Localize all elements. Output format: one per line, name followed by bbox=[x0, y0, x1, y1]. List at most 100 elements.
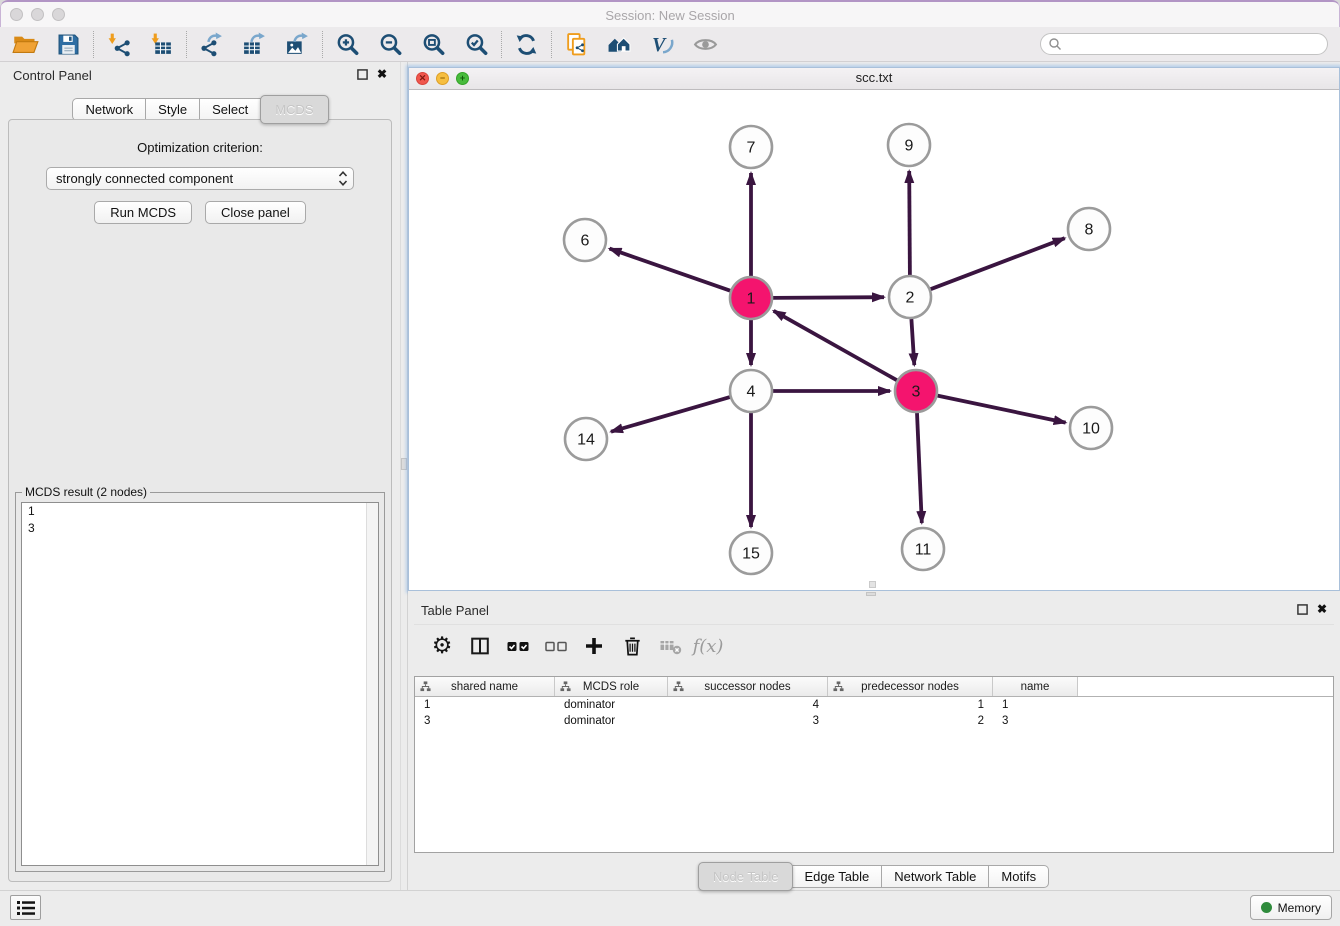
import-table-button[interactable] bbox=[140, 29, 183, 60]
show-hide-button[interactable] bbox=[684, 29, 727, 60]
table-cell[interactable]: 1 bbox=[993, 699, 1078, 711]
result-scrollbar[interactable] bbox=[366, 503, 378, 865]
vertical-splitter-grip[interactable] bbox=[401, 458, 407, 470]
table-cell[interactable]: dominator bbox=[555, 715, 668, 727]
tab-style[interactable]: Style bbox=[146, 98, 200, 121]
memory-button[interactable]: Memory bbox=[1250, 895, 1332, 920]
vizmapper-button[interactable]: V bbox=[641, 29, 684, 60]
delete-column-button[interactable] bbox=[613, 628, 651, 664]
graph-node-8[interactable]: 8 bbox=[1068, 208, 1110, 250]
float-panel-icon[interactable] bbox=[357, 69, 368, 80]
mcds-result-list[interactable]: 13 bbox=[21, 502, 379, 866]
minimize-view-icon[interactable]: − bbox=[436, 72, 449, 85]
table-cell[interactable]: 4 bbox=[668, 699, 828, 711]
mcds-result-legend: MCDS result (2 nodes) bbox=[22, 485, 150, 499]
toolbar-separator bbox=[551, 31, 552, 58]
graph-node-11[interactable]: 11 bbox=[902, 528, 944, 570]
float-table-panel-icon[interactable] bbox=[1297, 604, 1308, 615]
column-header-name[interactable]: name bbox=[993, 677, 1078, 696]
memory-label: Memory bbox=[1278, 901, 1321, 915]
save-session-button[interactable] bbox=[47, 29, 90, 60]
graph-node-4[interactable]: 4 bbox=[730, 370, 772, 412]
graph-node-10[interactable]: 10 bbox=[1070, 407, 1112, 449]
close-view-icon[interactable]: ✕ bbox=[416, 72, 429, 85]
graph-node-3[interactable]: 3 bbox=[895, 370, 937, 412]
table-cell[interactable]: 2 bbox=[828, 715, 993, 727]
vertical-splitter[interactable] bbox=[400, 62, 408, 891]
graph-node-15[interactable]: 15 bbox=[730, 532, 772, 574]
tab-edge-table[interactable]: Edge Table bbox=[792, 865, 882, 888]
graph-node-1[interactable]: 1 bbox=[730, 277, 772, 319]
column-layout-button[interactable] bbox=[461, 628, 499, 664]
maximize-view-icon[interactable]: + bbox=[456, 72, 469, 85]
search-input[interactable] bbox=[1062, 36, 1327, 52]
column-header-MCDS-role[interactable]: MCDS role bbox=[555, 677, 668, 696]
zoom-in-button[interactable] bbox=[326, 29, 369, 60]
close-table-panel-icon[interactable]: ✖ bbox=[1317, 603, 1327, 615]
table-cell[interactable]: 1 bbox=[415, 699, 555, 711]
tab-mcds[interactable]: MCDS bbox=[260, 95, 328, 124]
graph-edge-1-6[interactable] bbox=[610, 249, 731, 291]
criterion-dropdown-value: strongly connected component bbox=[56, 171, 338, 186]
graph-node-9[interactable]: 9 bbox=[888, 124, 930, 166]
clone-network-button[interactable] bbox=[555, 29, 598, 60]
tab-network[interactable]: Network bbox=[72, 98, 146, 121]
result-item[interactable]: 1 bbox=[22, 503, 378, 520]
column-header-successor-nodes[interactable]: successor nodes bbox=[668, 677, 828, 696]
graph-edge-3-11[interactable] bbox=[917, 413, 922, 523]
zoom-selected-button[interactable] bbox=[455, 29, 498, 60]
task-history-button[interactable] bbox=[10, 895, 41, 920]
zoom-out-button[interactable] bbox=[369, 29, 412, 60]
table-cell[interactable]: dominator bbox=[555, 699, 668, 711]
graph-node-7[interactable]: 7 bbox=[730, 126, 772, 168]
table-settings-button[interactable]: ⚙ bbox=[423, 628, 461, 664]
toolbar-button-groups: V bbox=[4, 29, 727, 60]
table-row[interactable]: 1dominator411 bbox=[415, 697, 1333, 713]
column-header-predecessor-nodes[interactable]: predecessor nodes bbox=[828, 677, 993, 696]
network-graph-canvas[interactable]: 7 9 6 8 1 2 4 3 14 10 15 11 bbox=[409, 89, 1339, 590]
export-network-button[interactable] bbox=[190, 29, 233, 60]
tab-network-table[interactable]: Network Table bbox=[882, 865, 989, 888]
graph-edge-1-2[interactable] bbox=[773, 297, 884, 298]
select-all-columns-button[interactable] bbox=[499, 628, 537, 664]
graph-edge-2-3[interactable] bbox=[911, 319, 914, 365]
deselect-all-columns-button[interactable] bbox=[537, 628, 575, 664]
export-table-button[interactable] bbox=[233, 29, 276, 60]
graph-node-14[interactable]: 14 bbox=[565, 418, 607, 460]
deselect-all-icon bbox=[543, 635, 570, 657]
first-neighbors-button[interactable] bbox=[598, 29, 641, 60]
column-header-shared-name[interactable]: shared name bbox=[415, 677, 555, 696]
criterion-dropdown[interactable]: strongly connected component bbox=[46, 167, 354, 190]
refresh-icon bbox=[514, 32, 539, 57]
tab-select[interactable]: Select bbox=[200, 98, 261, 121]
graph-edge-2-9[interactable] bbox=[909, 171, 910, 275]
close-panel-icon[interactable]: ✖ bbox=[377, 68, 387, 80]
run-mcds-button[interactable]: Run MCDS bbox=[94, 201, 192, 224]
table-cell[interactable]: 3 bbox=[668, 715, 828, 727]
table-cell[interactable]: 1 bbox=[828, 699, 993, 711]
graph-node-6[interactable]: 6 bbox=[564, 219, 606, 261]
add-column-button[interactable] bbox=[575, 628, 613, 664]
graph-node-2[interactable]: 2 bbox=[889, 276, 931, 318]
search-box[interactable] bbox=[1040, 33, 1328, 55]
table-cell[interactable]: 3 bbox=[993, 715, 1078, 727]
zoom-fit-button[interactable] bbox=[412, 29, 455, 60]
refresh-layout-button[interactable] bbox=[505, 29, 548, 60]
export-image-button[interactable] bbox=[276, 29, 319, 60]
horizontal-splitter-grip[interactable] bbox=[866, 592, 876, 596]
table-cell[interactable]: 3 bbox=[415, 715, 555, 727]
import-network-button[interactable] bbox=[97, 29, 140, 60]
open-session-button[interactable] bbox=[4, 29, 47, 60]
graph-edge-3-10[interactable] bbox=[938, 396, 1066, 423]
tab-node-table[interactable]: Node Table bbox=[698, 862, 794, 891]
result-item[interactable]: 3 bbox=[22, 520, 378, 537]
graph-edge-3-1[interactable] bbox=[774, 311, 897, 380]
close-panel-button[interactable]: Close panel bbox=[205, 201, 306, 224]
graph-edge-2-8[interactable] bbox=[931, 238, 1065, 289]
graph-edge-4-14[interactable] bbox=[611, 397, 730, 432]
table-row[interactable]: 3dominator323 bbox=[415, 713, 1333, 729]
tab-motifs[interactable]: Motifs bbox=[989, 865, 1049, 888]
network-window-titlebar[interactable]: ✕ − + scc.txt bbox=[409, 68, 1339, 90]
canvas-grip[interactable] bbox=[869, 581, 876, 588]
zoom-out-icon bbox=[378, 32, 403, 57]
